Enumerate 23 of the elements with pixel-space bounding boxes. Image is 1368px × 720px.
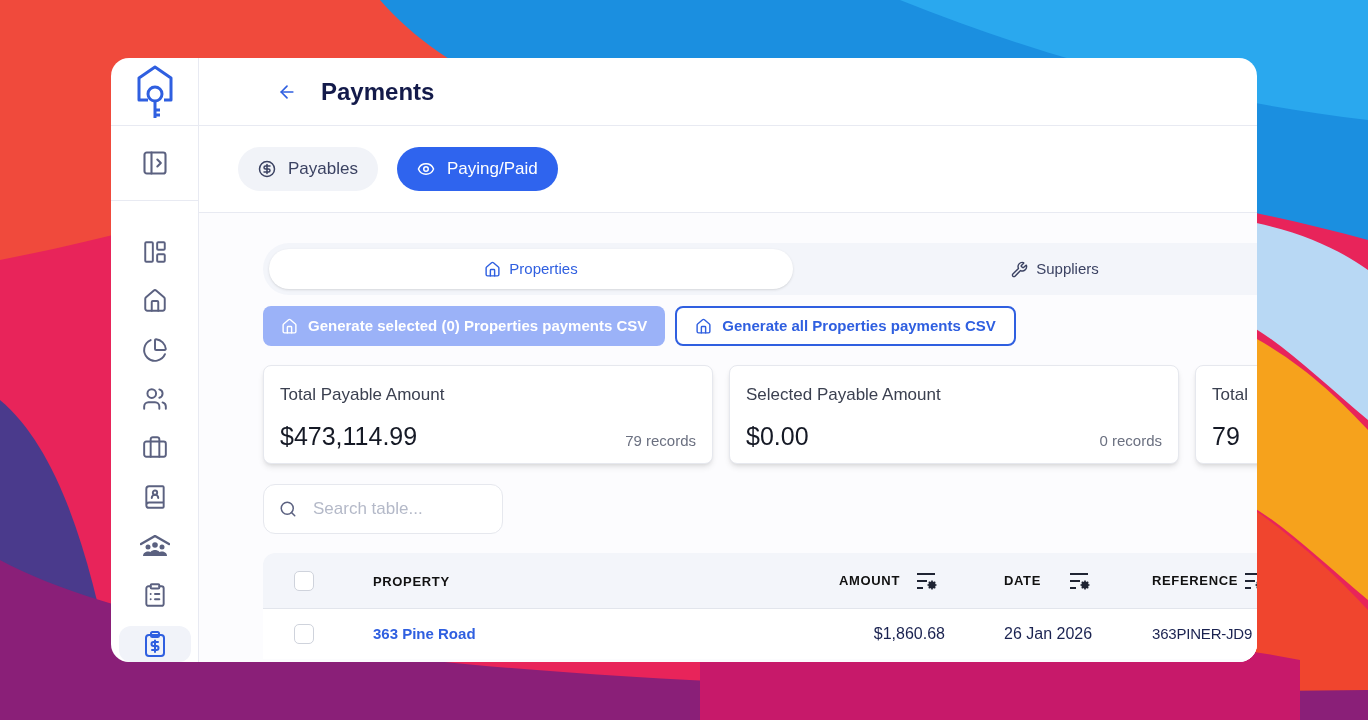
search-field[interactable]: Search table... [263, 484, 503, 534]
card-value: $0.00 [746, 420, 809, 452]
page-title: Payments [321, 76, 435, 107]
card-title: Total [1212, 384, 1249, 406]
column-header[interactable]: REFERENCE [1152, 570, 1239, 591]
card-value: 79 [1212, 420, 1240, 452]
column-header[interactable]: AMOUNT [839, 570, 900, 591]
record-count: 0 records [1099, 430, 1162, 451]
generate-csv-button[interactable]: Generate all Properties payments CSV [675, 306, 1016, 346]
category-tab[interactable]: Properties [269, 249, 793, 289]
category-tab[interactable]: Suppliers [793, 249, 1257, 289]
card-value: $473,114.99 [280, 420, 418, 452]
property-link[interactable]: 363 Pine Road [373, 625, 476, 642]
reference-cell: 363PINER-JD9 [1152, 625, 1253, 642]
card-title: Selected Payable Amount [746, 384, 942, 406]
date-cell: 26 Jan 2026 [1004, 625, 1093, 642]
amount-cell: $1,860.68 [873, 625, 945, 642]
column-header[interactable]: DATE [1004, 570, 1042, 591]
column-header[interactable]: PROPERTY [373, 573, 450, 589]
view-tab[interactable]: Paying/Paid [396, 147, 558, 191]
record-count: 79 records [625, 430, 696, 451]
card-title: Total Payable Amount [280, 384, 446, 406]
view-tab[interactable]: Payables [238, 147, 378, 191]
